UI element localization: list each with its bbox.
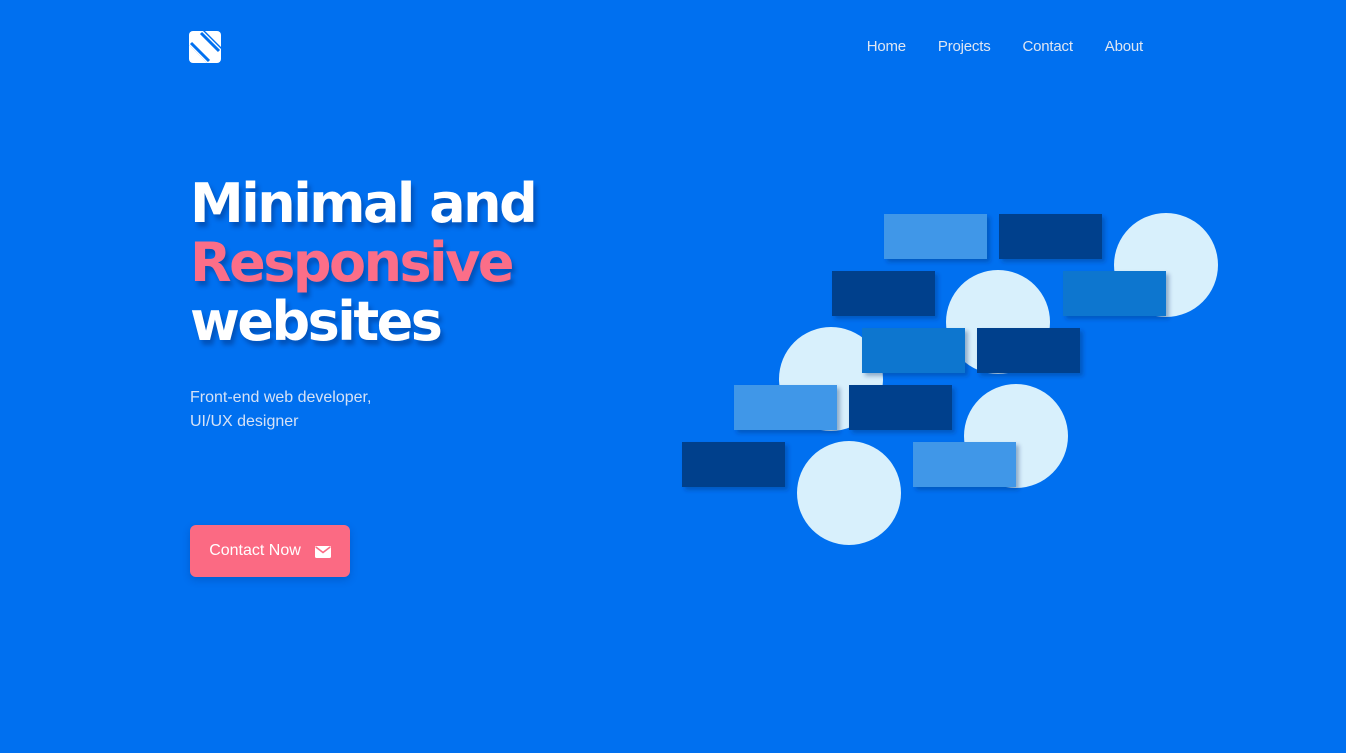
headline-line-3: websites [190,290,443,353]
nav-about[interactable]: About [1105,38,1143,55]
illustration-tile [977,328,1080,373]
contact-now-label: Contact Now [209,542,301,559]
illustration-tile [682,442,785,487]
illustration-tile [849,385,952,430]
illustration-circle [946,270,1050,374]
nav-projects[interactable]: Projects [938,38,991,55]
main-nav: Home Projects Contact About [867,38,1144,55]
illustration-tile [999,214,1102,259]
subtitle-line-2: UI/UX designer [190,413,299,430]
illustration-tile [832,271,935,316]
brand-logo-icon[interactable] [189,31,221,63]
headline-line-2: Responsive [190,231,515,294]
illustration-circle [1114,213,1218,317]
illustration-tile [734,385,837,430]
hero-illustration [682,213,1218,545]
hero-subtitle: Front-end web developer, UI/UX designer [190,386,371,434]
contact-now-button[interactable]: Contact Now [190,525,350,577]
illustration-tile [884,214,987,259]
illustration-tile [862,328,965,373]
envelope-icon [314,545,331,558]
subtitle-line-1: Front-end web developer, [190,389,372,406]
nav-contact[interactable]: Contact [1023,38,1073,55]
illustration-circle [779,327,883,431]
illustration-tile [913,442,1016,487]
illustration-tile [1063,271,1166,316]
hero-headline: Minimal and Responsive websites [190,172,538,353]
illustration-circle [964,384,1068,488]
headline-line-1: Minimal and [190,172,538,235]
nav-home[interactable]: Home [867,38,906,55]
landing-page: Home Projects Contact About Minimal and … [0,0,1346,753]
illustration-circle [797,441,901,545]
